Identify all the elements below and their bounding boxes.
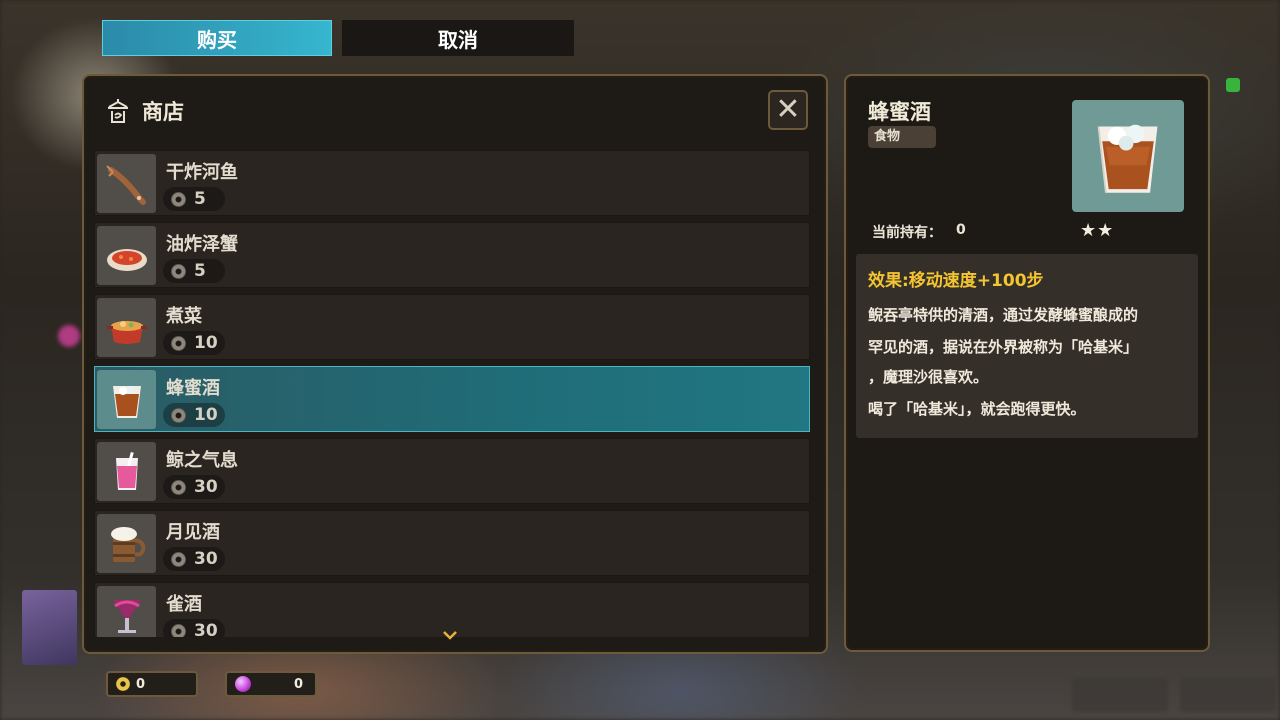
shop-item-moon-wine[interactable]: 月见酒 30: [94, 510, 810, 576]
price-value: 30: [194, 477, 218, 497]
background-poster: [22, 590, 77, 665]
description-line: 喝了「哈基米」，就会跑得更快。: [868, 400, 1086, 418]
coin-icon: [116, 677, 130, 691]
shop-title: 商店: [142, 100, 184, 124]
price-value: 10: [194, 333, 218, 353]
fried-fish-icon: [97, 154, 156, 213]
background-button: [1180, 678, 1276, 712]
held-count-label: 当前持有：: [872, 225, 942, 241]
item-name: 雀酒: [166, 594, 202, 615]
shop-panel: 商店 ✕ 干炸河鱼 5 油炸泽蟹 5 煮菜 10 蜂蜜酒 10 鲸之气息 30 …: [82, 74, 828, 654]
pink-drink-icon: [97, 442, 156, 501]
category-badge: 食物: [868, 126, 936, 148]
held-count-value: 0: [956, 222, 966, 238]
shop-item-sparrow-wine[interactable]: 雀酒 30: [94, 582, 810, 637]
orb-counter: 0: [225, 671, 317, 697]
item-list[interactable]: 干炸河鱼 5 油炸泽蟹 5 煮菜 10 蜂蜜酒 10 鲸之气息 30 月见酒 3…: [94, 150, 810, 637]
detail-item-name: 蜂蜜酒: [868, 100, 931, 124]
description-line: 罕见的酒，据说在外界被称为「哈基米」: [868, 338, 1139, 356]
item-price: 10: [163, 403, 225, 427]
beer-mug-icon: [97, 514, 156, 573]
item-name: 煮菜: [166, 306, 202, 327]
shop-header: 商店: [106, 94, 184, 128]
shop-item-fried-river-fish[interactable]: 干炸河鱼 5: [94, 150, 810, 216]
item-price: 5: [163, 259, 225, 283]
price-value: 5: [194, 261, 206, 281]
shop-item-honey-wine[interactable]: 蜂蜜酒 10: [94, 366, 810, 432]
coin-count: 0: [136, 676, 146, 692]
effect-text: 效果:移动速度+100步: [868, 271, 1044, 291]
item-name: 干炸河鱼: [166, 162, 238, 183]
item-price: 5: [163, 187, 225, 211]
coin-counter: 0: [106, 671, 198, 697]
coin-icon: [171, 479, 186, 495]
cocktail-icon: [97, 586, 156, 637]
item-name: 蜂蜜酒: [166, 378, 220, 399]
honey-wine-icon: [97, 370, 156, 429]
orb-icon: [235, 676, 251, 692]
item-price: 10: [163, 331, 225, 355]
price-value: 30: [194, 621, 218, 637]
chevron-down-icon[interactable]: [442, 630, 458, 640]
item-price: 30: [163, 619, 225, 637]
item-price: 30: [163, 547, 225, 571]
item-detail-panel: 蜂蜜酒 食物 当前持有： 0 ★★ 效果:移动速度+100步 鲵吞亭特供的清酒，…: [844, 74, 1210, 652]
item-name: 油炸泽蟹: [166, 234, 238, 255]
tab-cancel[interactable]: 取消: [342, 20, 574, 56]
tab-buy[interactable]: 购买: [102, 20, 332, 56]
coin-icon: [171, 191, 186, 207]
close-button[interactable]: ✕: [768, 90, 808, 130]
rarity-stars: ★★: [1080, 220, 1115, 241]
coin-icon: [171, 335, 186, 351]
shop-item-whale-breath[interactable]: 鲸之气息 30: [94, 438, 810, 504]
background-button: [1072, 678, 1168, 712]
item-name: 月见酒: [166, 522, 220, 543]
item-price: 30: [163, 475, 225, 499]
coin-icon: [171, 551, 186, 567]
description-box: 效果:移动速度+100步 鲵吞亭特供的清酒，通过发酵蜂蜜酿成的 罕见的酒，据说在…: [856, 254, 1198, 438]
coin-icon: [171, 623, 186, 637]
price-value: 10: [194, 405, 218, 425]
honey-wine-icon: [1072, 100, 1184, 212]
shop-item-stew[interactable]: 煮菜 10: [94, 294, 810, 360]
orb-count: 0: [293, 676, 303, 692]
description-line: 鲵吞亭特供的清酒，通过发酵蜂蜜酿成的: [868, 306, 1139, 324]
price-value: 30: [194, 549, 218, 569]
coin-icon: [171, 263, 186, 279]
shop-icon: [108, 99, 128, 123]
background-light: [58, 325, 80, 347]
close-icon: ✕: [775, 92, 801, 127]
stew-pot-icon: [97, 298, 156, 357]
description-line: ，魔理沙很喜欢。: [868, 368, 989, 386]
price-value: 5: [194, 189, 206, 209]
fried-crab-icon: [97, 226, 156, 285]
shop-item-fried-crab[interactable]: 油炸泽蟹 5: [94, 222, 810, 288]
item-name: 鲸之气息: [166, 450, 238, 471]
background-indicator: [1226, 78, 1240, 92]
coin-icon: [171, 407, 186, 423]
